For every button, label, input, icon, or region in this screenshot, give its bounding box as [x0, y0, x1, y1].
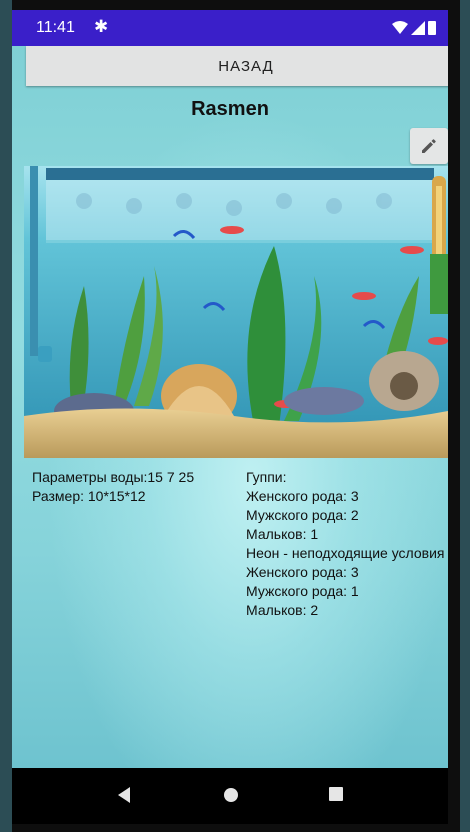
- back-nav-button[interactable]: [116, 786, 132, 809]
- list-item: Мальков: 1: [246, 526, 319, 542]
- wifi-icon: [392, 21, 408, 34]
- fish-list: Гуппи: Женского рода: 3 Мужского рода: 2…: [246, 468, 448, 620]
- list-item: Мужского рода: 1: [246, 583, 359, 599]
- tank-size-text: Размер: 10*15*12: [32, 488, 146, 504]
- list-item: Гуппи:: [246, 469, 287, 485]
- back-button[interactable]: НАЗАД: [26, 46, 448, 86]
- recents-nav-button[interactable]: [328, 786, 344, 807]
- aquarium-image: [24, 166, 448, 458]
- navigation-bar: [12, 768, 448, 824]
- water-parameters: Параметры воды:15 7 25 Размер: 10*15*12: [32, 468, 242, 506]
- page-title: Rasmen: [191, 98, 269, 120]
- signal-icon: [411, 21, 425, 35]
- list-item: Мальков: 2: [246, 602, 319, 618]
- list-item: Мужского рода: 2: [246, 507, 359, 523]
- aquarium-illustration: [24, 166, 448, 458]
- status-bar: 11:41 ✱: [12, 10, 448, 46]
- list-item: Женского рода: 3: [246, 488, 359, 504]
- edit-button[interactable]: [410, 128, 448, 164]
- settings-icon: ✱: [94, 17, 109, 36]
- tank-rim: [46, 168, 434, 180]
- back-icon: [118, 787, 130, 803]
- list-item: Женского рода: 3: [246, 564, 359, 580]
- recents-icon: [329, 787, 343, 801]
- status-time: 11:41: [36, 19, 75, 36]
- water-params-text: Параметры воды:15 7 25: [32, 469, 195, 485]
- battery-icon: [428, 21, 436, 35]
- list-item: Неон - неподходящие условия: [246, 545, 445, 561]
- pencil-icon: [422, 139, 436, 153]
- home-icon: [224, 788, 238, 802]
- app-screen: НАЗАД Rasmen Параметры воды:15 7 25 Разм…: [12, 46, 448, 768]
- status-icons: [392, 20, 436, 35]
- home-nav-button[interactable]: [222, 786, 240, 809]
